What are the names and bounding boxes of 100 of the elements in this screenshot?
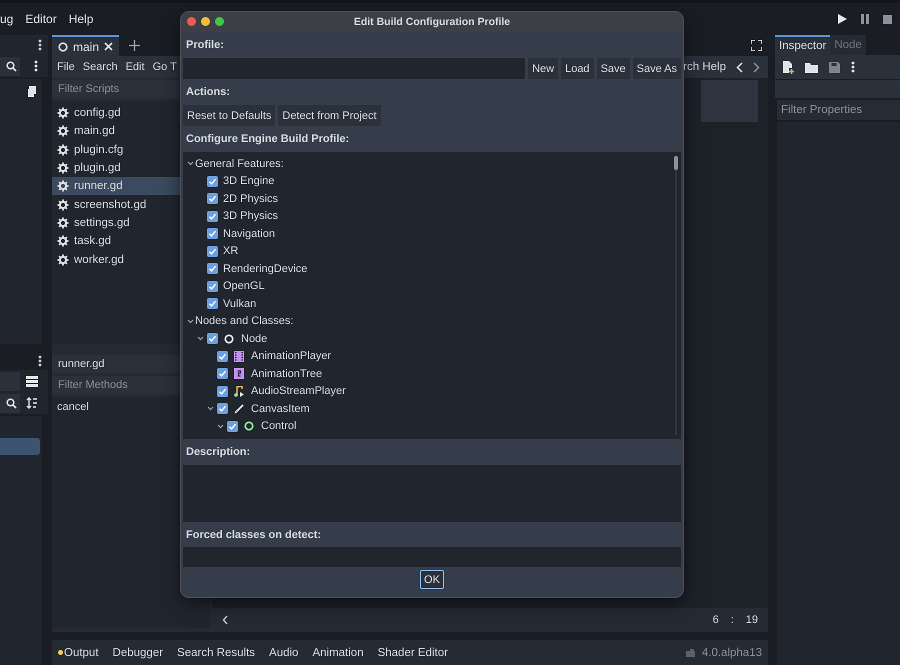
checkbox[interactable] [207,263,218,274]
checkbox[interactable] [207,280,218,292]
search-field[interactable] [0,394,20,412]
section-label: Forced classes on detect: [185,528,322,542]
forced-classes-field[interactable] [183,547,681,567]
chevron-icon[interactable] [216,422,224,430]
gear-icon [57,107,69,120]
checkbox[interactable] [217,350,228,362]
gear-icon [57,235,69,248]
folder-icon[interactable] [805,62,818,72]
profile-button[interactable]: Load [561,58,594,79]
menu-item[interactable]: ug [0,12,14,26]
menu-item[interactable]: Help [68,12,94,26]
panel-tab[interactable]: Search Results [177,646,256,658]
tree-label: CanvasItem [251,402,310,415]
script-item[interactable]: settings.gd [52,214,210,232]
checkbox[interactable] [207,333,218,344]
search-icon [6,398,17,408]
chevron-icon[interactable] [186,160,194,168]
fullscreen-icon[interactable] [751,40,762,51]
chevron-right-icon[interactable] [753,62,760,72]
save-icon[interactable] [829,62,840,72]
script-item[interactable]: task.gd [52,232,210,250]
minimize-button[interactable] [201,17,210,26]
gear-icon [57,144,69,156]
chevron-icon[interactable] [196,335,204,342]
checkbox[interactable] [207,176,218,187]
sort-icon[interactable] [26,397,38,409]
checkbox[interactable] [207,228,218,240]
action-button[interactable]: Reset to Defaults [183,105,276,126]
tree-label: Navigation [223,228,275,240]
menu-item[interactable]: Editor [25,12,57,26]
tree-label: XR [223,245,238,258]
profile-button[interactable]: Save [596,58,630,79]
close-button[interactable] [187,17,196,26]
separator: : [730,614,734,626]
circle-icon [244,421,254,432]
checkbox[interactable] [217,403,228,414]
gear-icon [57,180,69,192]
plus-icon[interactable] [129,40,140,51]
new-file-icon[interactable] [783,60,794,74]
menu-item[interactable]: Go T [152,61,177,73]
checkbox[interactable] [217,386,228,397]
tree-label: AnimationPlayer [251,350,332,362]
script-item[interactable]: worker.gd [52,250,210,269]
chevron-icon[interactable] [186,318,194,325]
action-button[interactable]: Detect from Project [278,105,381,126]
chevron-left-icon[interactable] [736,62,743,72]
gear-icon [57,216,69,229]
tree-label: RenderingDevice [223,262,308,275]
menu-item[interactable]: File [57,61,75,73]
pause-icon[interactable] [861,14,869,24]
menu-item[interactable]: Edit [126,61,145,73]
checkbox[interactable] [217,368,228,380]
search-icon [6,60,17,72]
checkbox[interactable] [227,420,238,432]
profile-button[interactable]: Save As [632,58,681,79]
panel-tab[interactable]: Output [58,646,99,658]
chevron-icon[interactable] [206,405,214,412]
version-label: 4.0.alpha13 [702,646,762,658]
checkbox[interactable] [207,246,218,257]
menu-dots-icon[interactable] [34,60,38,72]
stop-icon[interactable] [883,14,892,24]
list-icon[interactable] [26,376,38,386]
panel-tab[interactable]: Shader Editor [378,646,448,658]
tree-label: 2D Physics [223,192,278,205]
menu-dots-icon[interactable] [38,39,42,51]
maximize-button[interactable] [215,17,224,26]
tree-label: 3D Physics [223,210,278,222]
search-field[interactable] [0,56,20,76]
checkbox[interactable] [207,193,218,204]
line-number: 6 [712,614,719,626]
checkbox[interactable] [207,210,218,222]
circle-icon [224,334,234,344]
menu-dots-icon[interactable] [38,355,42,367]
dialog-title: Edit Build Configuration Profile [354,16,510,28]
menu-item[interactable]: Search [82,61,118,73]
section-label: Description: [185,444,252,460]
profile-field[interactable] [183,58,526,79]
ok-button[interactable]: OK [420,570,444,589]
panel-tab[interactable]: Audio [269,646,298,658]
filter-field[interactable]: Filter Properties [777,100,900,120]
close-icon[interactable] [104,42,114,51]
menu-item[interactable]: rch Help [683,61,726,73]
play-icon[interactable] [838,14,847,24]
version-icon [684,648,696,658]
script-tab[interactable]: main [52,35,120,56]
dock-tab[interactable]: Inspector [775,35,830,55]
menu-dots-icon[interactable] [851,61,855,73]
panel-tab[interactable]: Debugger [112,646,164,658]
film-strip-icon [234,368,244,380]
profile-button[interactable]: New [528,58,558,79]
tree-label: AudioStreamPlayer [251,385,346,398]
panel-tab[interactable]: Animation [312,646,364,658]
checkbox[interactable] [207,298,218,310]
script-icon [27,86,37,97]
script-item[interactable]: screenshot.gd [52,195,210,214]
chevron-left-icon[interactable] [222,615,228,625]
tree-label: Control [261,420,296,432]
section-label: Profile: [185,38,225,52]
